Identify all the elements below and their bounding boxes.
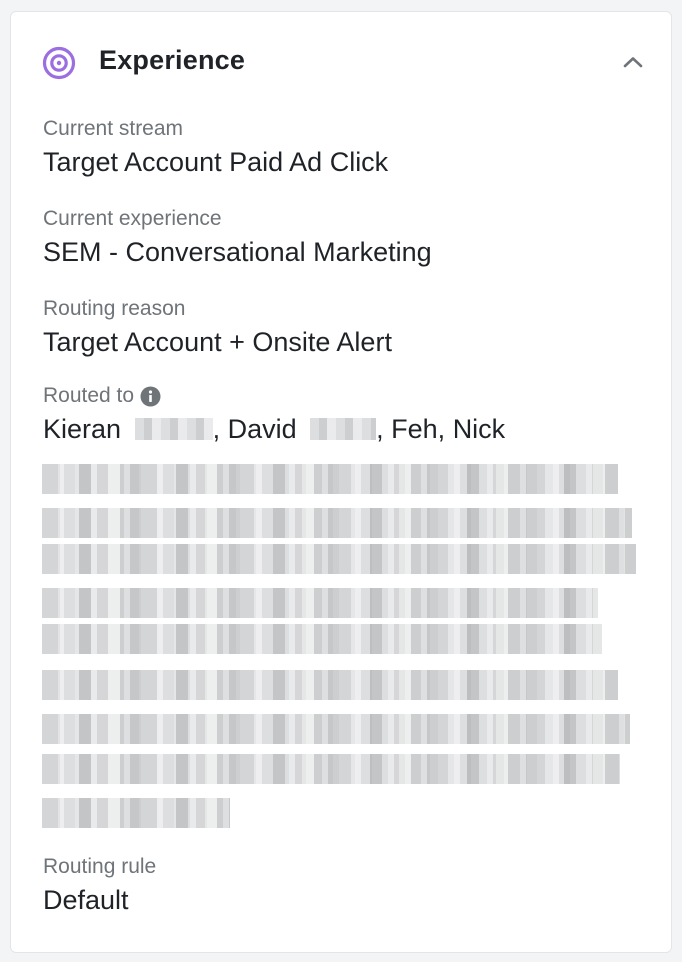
current-experience-label: Current experience [43, 207, 222, 230]
current-stream-field: Current stream Target Account Paid Ad Cl… [43, 116, 388, 179]
routed-to-field: Routed to Kieran , David , Feh, Nick [43, 383, 505, 446]
redacted-surname [310, 417, 377, 440]
experience-panel: Experience Current stream Target Account… [10, 11, 672, 953]
routing-rule-field: Routing rule Default [43, 854, 156, 917]
redacted-surname [134, 417, 213, 440]
routed-to-value: Kieran , David , Feh, Nick [43, 414, 506, 444]
collapse-button[interactable] [617, 48, 649, 76]
panel-header[interactable]: Experience [11, 12, 671, 112]
routing-reason-value: Target Account + Onsite Alert [43, 327, 392, 357]
routing-rule-label: Routing rule [43, 855, 157, 878]
redacted-content [42, 464, 638, 828]
target-icon [42, 46, 76, 80]
info-icon[interactable] [140, 386, 161, 407]
routed-to-label-row: Routed to [43, 383, 505, 409]
current-stream-value: Target Account Paid Ad Click [43, 147, 389, 177]
chevron-up-icon [623, 57, 643, 68]
routed-to-label: Routed to [43, 384, 135, 407]
current-experience-field: Current experience SEM - Conversational … [43, 206, 432, 269]
routing-reason-label: Routing reason [43, 297, 186, 320]
routing-reason-field: Routing reason Target Account + Onsite A… [43, 296, 392, 359]
routed-person: Kieran [43, 414, 122, 444]
routed-person: David [227, 414, 297, 444]
routed-person: Feh [391, 414, 438, 444]
routing-rule-value: Default [43, 885, 129, 915]
current-experience-value: SEM - Conversational Marketing [43, 237, 432, 267]
panel-title: Experience [99, 45, 246, 75]
routed-person: Nick [452, 414, 506, 444]
current-stream-label: Current stream [43, 117, 184, 140]
